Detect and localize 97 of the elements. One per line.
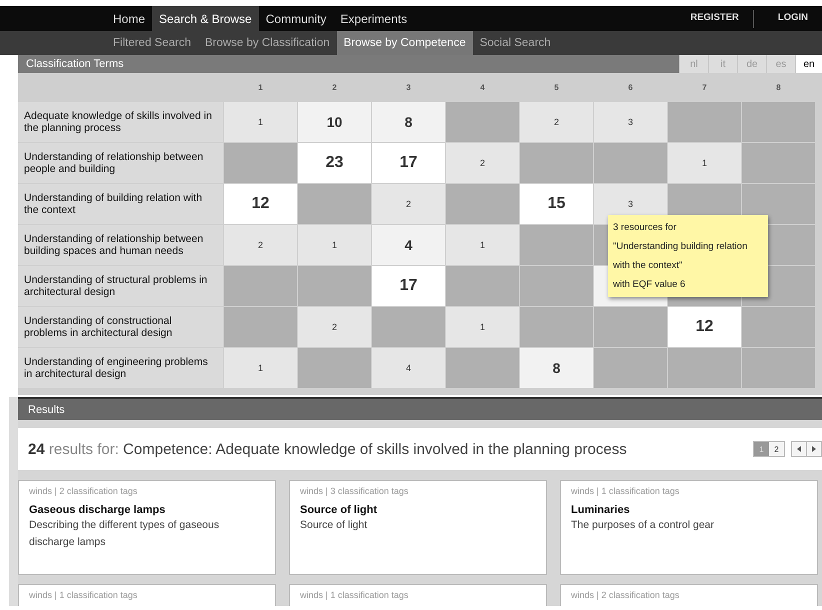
- grid-cell[interactable]: 2: [372, 184, 445, 224]
- subnav-tab[interactable]: Social Search: [472, 31, 558, 55]
- card-meta: winds | 3 classification tags: [300, 486, 410, 496]
- section-title: Results: [27, 404, 65, 416]
- grid-cell[interactable]: 17: [372, 143, 445, 183]
- grid-cell[interactable]: [446, 266, 519, 306]
- grid-cell[interactable]: 1: [224, 102, 297, 142]
- row-label: Understanding of structural problems in architectural design: [18, 266, 223, 306]
- section-title: Classification Terms: [25, 58, 124, 70]
- column-header: 7: [701, 82, 708, 94]
- grid-cell[interactable]: [742, 143, 815, 183]
- grid-cell[interactable]: 1: [446, 225, 519, 265]
- nav-tab[interactable]: Community: [258, 6, 334, 31]
- grid-cell[interactable]: [446, 184, 519, 224]
- grid-cell[interactable]: 4: [372, 348, 445, 388]
- column-header: 5: [553, 82, 560, 94]
- grid-cell[interactable]: [668, 102, 741, 142]
- results-summary: 24 results for: Competence: Adequate knowledge of skills involved in the planning process: [28, 440, 627, 458]
- row-label: Understanding of relationship between building spaces and human needs: [18, 225, 223, 265]
- subnav-tab[interactable]: Browse by Classification: [198, 31, 337, 55]
- subnav-tab[interactable]: Filtered Search: [106, 31, 198, 55]
- nav-tab[interactable]: Home: [106, 6, 152, 31]
- grid-cell[interactable]: 15: [520, 184, 593, 224]
- grid-cell[interactable]: [520, 143, 593, 183]
- grid-cell[interactable]: 2: [520, 102, 593, 142]
- account-link[interactable]: LOGIN: [754, 10, 822, 24]
- column-header: 1: [257, 82, 264, 94]
- grid-cell[interactable]: [594, 143, 667, 183]
- row-label: Understanding of relationship between people and building: [18, 143, 223, 183]
- grid-cell[interactable]: 12: [224, 184, 297, 224]
- grid-cell[interactable]: 12: [668, 307, 741, 347]
- grid-cell[interactable]: [446, 348, 519, 388]
- column-header: 2: [331, 82, 338, 94]
- row-label: Understanding of building relation with the context: [18, 184, 223, 224]
- tooltip-line: "Understanding building relation: [613, 240, 748, 254]
- subnav-tab[interactable]: Browse by Competence: [336, 31, 473, 55]
- column-header: 4: [479, 82, 486, 94]
- grid-cell[interactable]: 2: [446, 143, 519, 183]
- card-title: Luminaries: [571, 504, 631, 516]
- account-link[interactable]: REGISTER: [666, 10, 753, 24]
- grid-cell[interactable]: 1: [224, 348, 297, 388]
- result-card[interactable]: winds | 3 classification tags Source of light Source of light: [289, 480, 547, 575]
- grid-cell[interactable]: [298, 348, 371, 388]
- grid-cell[interactable]: [520, 225, 593, 265]
- column-header: 8: [775, 82, 782, 94]
- grid-cell[interactable]: [594, 348, 667, 388]
- card-meta: winds | 2 classification tags: [571, 590, 680, 600]
- grid-cell[interactable]: 2: [298, 307, 371, 347]
- result-card[interactable]: winds | 1 classification tags Luminaries The purposes of a control gear: [560, 480, 818, 575]
- page-button[interactable]: 2: [769, 442, 784, 456]
- tooltip-line: with EQF value 6: [613, 278, 686, 292]
- grid-cell[interactable]: 8: [372, 102, 445, 142]
- grid-cell[interactable]: 4: [372, 225, 445, 265]
- grid-cell[interactable]: [594, 307, 667, 347]
- grid-cell[interactable]: 1: [446, 307, 519, 347]
- row-label: Adequate knowledge of skills involved in the planning process: [18, 102, 223, 142]
- card-description: Source of light: [300, 518, 368, 533]
- grid-cell[interactable]: 1: [668, 143, 741, 183]
- grid-cell[interactable]: [668, 348, 741, 388]
- grid-cell[interactable]: [742, 184, 815, 224]
- column-header: 6: [627, 82, 634, 94]
- grid-cell[interactable]: 23: [298, 143, 371, 183]
- grid-cell[interactable]: [742, 348, 815, 388]
- card-meta: winds | 1 classification tags: [300, 590, 410, 600]
- grid-cell[interactable]: [742, 102, 815, 142]
- card-title: Source of light: [300, 504, 378, 516]
- card-title: Gaseous discharge lamps: [29, 504, 166, 516]
- row-label: Understanding of engineering problems in architectural design: [18, 348, 223, 388]
- grid-cell[interactable]: 1: [298, 225, 371, 265]
- grid-cell[interactable]: [298, 266, 371, 306]
- grid-cell[interactable]: 2: [224, 225, 297, 265]
- grid-cell[interactable]: [298, 184, 371, 224]
- grid-cell[interactable]: 17: [372, 266, 445, 306]
- card-description: The purposes of a control gear: [571, 518, 716, 533]
- tooltip-line: with the context": [613, 259, 684, 273]
- result-card[interactable]: winds | 2 classification tags Gaseous discharge lamps Describing the different types of gaseous discharge lamps: [18, 480, 276, 575]
- grid-cell[interactable]: 10: [298, 102, 371, 142]
- card-meta: winds | 2 classification tags: [29, 486, 138, 496]
- grid-cell[interactable]: [372, 307, 445, 347]
- grid-cell[interactable]: [224, 143, 297, 183]
- grid-cell[interactable]: 3: [594, 102, 667, 142]
- grid-cell[interactable]: [520, 307, 593, 347]
- language-tab[interactable]: en: [795, 55, 822, 73]
- grid-cell[interactable]: [446, 102, 519, 142]
- grid-cell[interactable]: [224, 266, 297, 306]
- card-description: Describing the different types of gaseous discharge lamps: [29, 518, 220, 550]
- card-meta: winds | 1 classification tags: [571, 486, 680, 496]
- column-header: 3: [405, 82, 412, 94]
- grid-cell[interactable]: [520, 266, 593, 306]
- grid-cell[interactable]: [224, 307, 297, 347]
- nav-tab[interactable]: Search & Browse: [152, 6, 259, 31]
- row-label: Understanding of constructional problems in architectural design: [18, 307, 223, 347]
- nav-tab[interactable]: Experiments: [333, 6, 414, 31]
- tooltip-line: 3 resources for: [613, 221, 678, 235]
- grid-cell[interactable]: [742, 307, 815, 347]
- grid-cell[interactable]: 8: [520, 348, 593, 388]
- card-meta: winds | 1 classification tags: [29, 590, 138, 600]
